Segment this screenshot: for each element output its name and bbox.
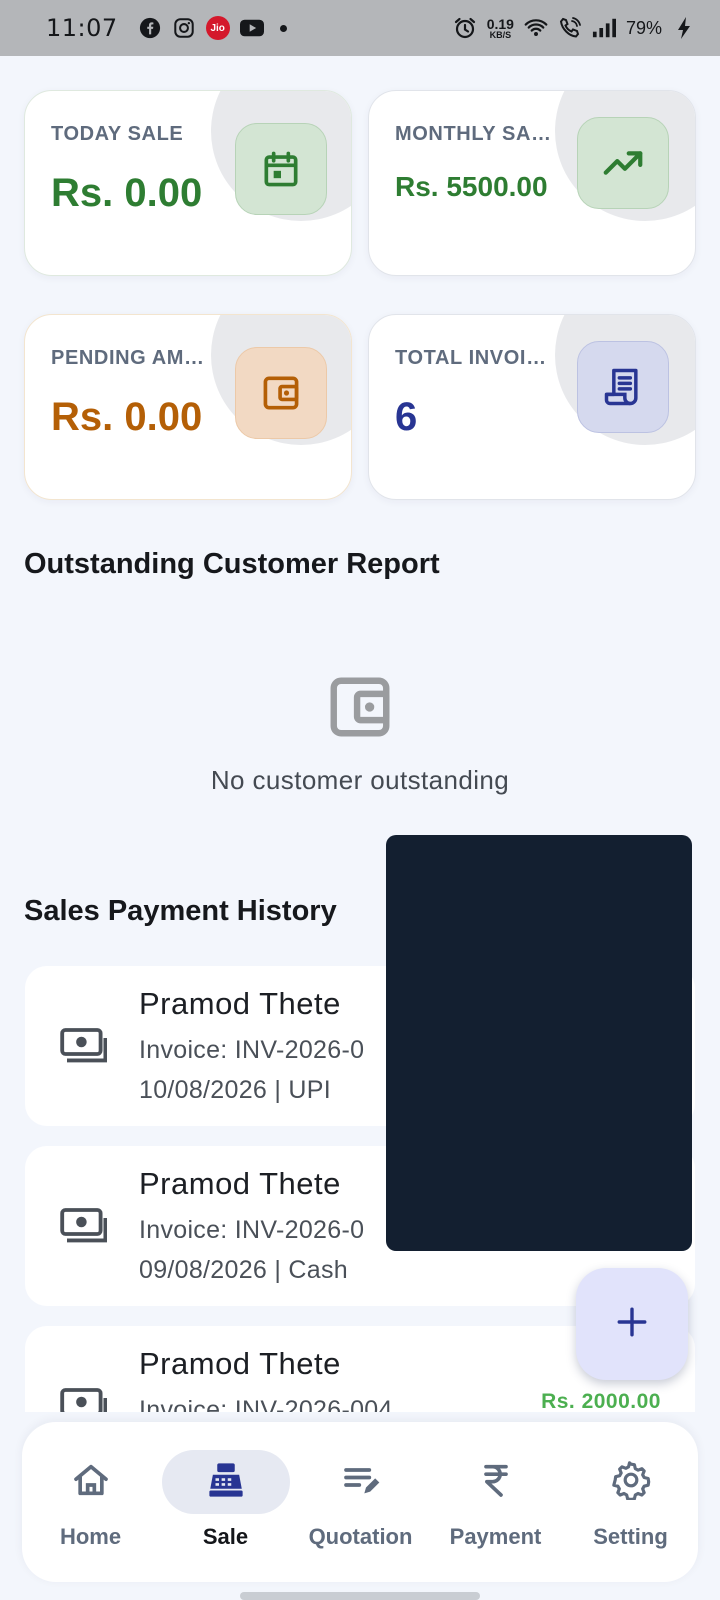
card-value: Rs. 5500.00: [395, 171, 548, 202]
facebook-icon: [138, 16, 162, 40]
wallet-icon: [235, 347, 327, 439]
jio-icon: Jio: [205, 16, 230, 40]
cash-icon: [59, 1206, 108, 1251]
card-value: 6: [395, 395, 418, 439]
notification-icons: Jio: [138, 16, 287, 40]
pending-amount-card[interactable]: PENDING AMOUNT Rs. 0.00: [24, 314, 352, 500]
youtube-icon: [239, 16, 264, 40]
plus-icon: [615, 1305, 649, 1344]
nav-pill: [432, 1450, 560, 1514]
wifi-icon: [524, 16, 548, 40]
card-label: TOTAL INVOICES: [395, 347, 553, 369]
status-bar: 11:07 Jio 0.19 KB/S 79%: [0, 0, 720, 56]
edit-note-icon: [341, 1460, 381, 1505]
cash-register-icon: [205, 1459, 247, 1506]
instagram-icon: [172, 16, 196, 40]
add-sale-button[interactable]: [576, 1268, 688, 1380]
monthly-sale-card[interactable]: MONTHLY SALE Rs. 5500.00: [368, 90, 696, 276]
cash-icon: [59, 1026, 108, 1071]
outstanding-empty-state: No customer outstanding: [0, 672, 720, 796]
nav-item-payment[interactable]: Payment: [428, 1422, 563, 1582]
nav-pill: [297, 1450, 425, 1514]
payment-amount: Rs. 2000.00: [541, 1390, 661, 1412]
card-label: MONTHLY SALE: [395, 123, 553, 145]
wifi-calling-icon: [558, 16, 582, 40]
customer-name: Pramod Thete: [139, 986, 341, 1021]
cash-icon: [59, 1386, 108, 1412]
bottom-navigation: Home Sale Quotation Payment Setting: [22, 1422, 698, 1582]
home-icon: [71, 1460, 111, 1505]
card-label: PENDING AMOUNT: [51, 347, 209, 369]
receipt-icon: [577, 341, 669, 433]
payment-date-method: 09/08/2026 | Cash: [139, 1256, 348, 1284]
nav-pill: [161, 1450, 290, 1514]
nav-label: Payment: [449, 1524, 542, 1549]
nav-label: Home: [59, 1524, 122, 1549]
calendar-icon: [235, 123, 327, 215]
payment-history-title: Sales Payment History: [24, 895, 337, 927]
trending-up-icon: [577, 117, 669, 209]
invoice-number: Invoice: INV-2026-0: [139, 1216, 365, 1244]
nav-item-sale[interactable]: Sale: [158, 1422, 293, 1582]
card-value: Rs. 0.00: [51, 395, 203, 439]
alarm-icon: [453, 16, 477, 40]
payment-date-method: 10/08/2026 | UPI: [139, 1076, 331, 1104]
nav-pill: [27, 1450, 155, 1514]
wallet-icon: [325, 672, 395, 747]
customer-name: Pramod Thete: [139, 1346, 341, 1381]
card-value: Rs. 0.00: [51, 171, 203, 215]
nav-item-quotation[interactable]: Quotation: [293, 1422, 428, 1582]
rupee-icon: [476, 1460, 516, 1505]
empty-state-text: No customer outstanding: [210, 765, 510, 795]
nav-label: Setting: [593, 1524, 668, 1549]
nav-label: Quotation: [308, 1524, 413, 1549]
nav-label: Sale: [202, 1524, 249, 1549]
today-sale-card[interactable]: TODAY SALE Rs. 0.00: [24, 90, 352, 276]
invoice-number: Invoice: INV-2026-004: [139, 1396, 393, 1412]
nav-pill: [567, 1450, 695, 1514]
customer-name: Pramod Thete: [139, 1166, 341, 1201]
invoice-number: Invoice: INV-2026-0: [139, 1036, 365, 1064]
nav-item-home[interactable]: Home: [23, 1422, 158, 1582]
card-label: TODAY SALE: [51, 123, 184, 145]
home-indicator[interactable]: [240, 1592, 480, 1600]
status-time: 11:07: [46, 14, 118, 42]
battery-level: 79%: [625, 17, 662, 38]
dark-overlay-panel: [386, 835, 692, 1251]
charging-icon: [672, 16, 696, 40]
more-notifications-icon: [279, 24, 287, 32]
signal-icon: [592, 16, 616, 40]
gear-icon: [611, 1460, 651, 1505]
network-speed: 0.19 KB/S: [486, 15, 514, 40]
outstanding-report-title: Outstanding Customer Report: [24, 548, 440, 580]
system-icons: 0.19 KB/S 79%: [453, 16, 696, 40]
nav-item-setting[interactable]: Setting: [563, 1422, 698, 1582]
total-invoices-card[interactable]: TOTAL INVOICES 6: [368, 314, 696, 500]
